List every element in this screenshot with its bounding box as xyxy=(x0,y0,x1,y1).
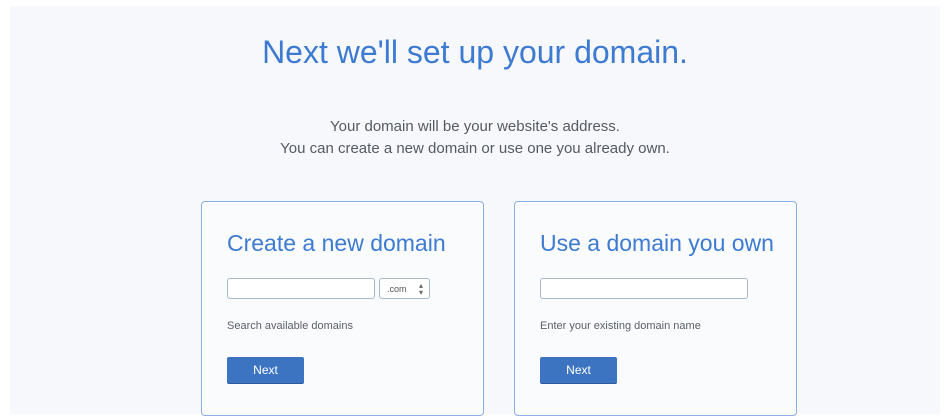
domain-setup-page: Next we'll set up your domain. Your doma… xyxy=(10,6,940,416)
existing-domain-card: Use a domain you own Enter your existing… xyxy=(514,201,797,416)
create-domain-title: Create a new domain xyxy=(227,230,446,256)
subtitle-line-2: You can create a new domain or use one y… xyxy=(280,140,670,157)
new-domain-hint: Search available domains xyxy=(227,320,353,332)
existing-domain-title: Use a domain you own xyxy=(540,230,774,256)
page-subtitle: Your domain will be your website's addre… xyxy=(10,116,940,160)
select-arrows-icon: ▴ ▾ xyxy=(418,280,423,297)
new-domain-next-button[interactable]: Next xyxy=(227,357,304,383)
existing-domain-hint: Enter your existing domain name xyxy=(540,320,701,332)
subtitle-line-1: Your domain will be your website's addre… xyxy=(330,118,620,135)
create-domain-card: Create a new domain .com ▴ ▾ Search avail… xyxy=(201,201,484,416)
existing-domain-next-button[interactable]: Next xyxy=(540,357,617,383)
new-domain-input[interactable] xyxy=(227,278,375,299)
page-title: Next we'll set up your domain. xyxy=(262,34,688,70)
tld-select[interactable]: .com ▴ ▾ xyxy=(379,278,430,299)
existing-domain-input[interactable] xyxy=(540,278,748,299)
tld-selected-value: .com xyxy=(387,283,407,294)
